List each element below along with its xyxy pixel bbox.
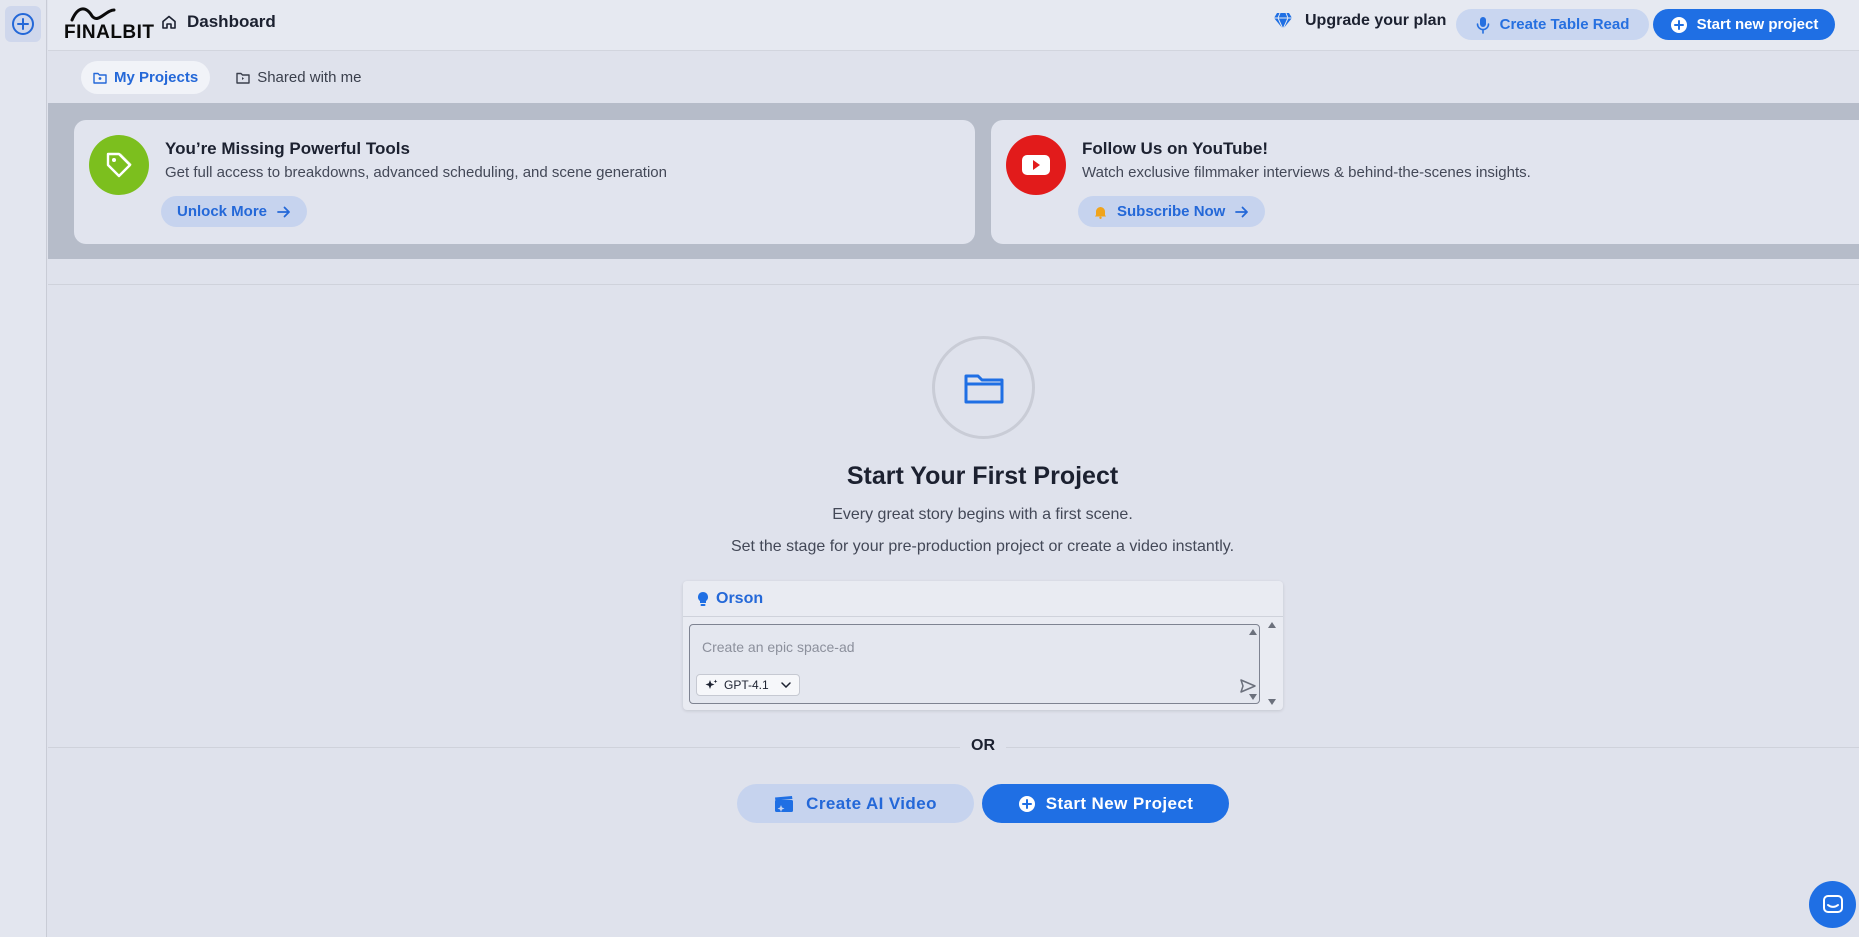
plus-circle-icon <box>1018 795 1035 812</box>
add-workspace-button[interactable] <box>5 6 41 42</box>
unlock-more-button[interactable]: Unlock More <box>161 196 308 227</box>
subscribe-now-label: Subscribe Now <box>1117 203 1226 220</box>
folder-icon <box>964 374 1003 403</box>
tag-icon <box>89 135 149 195</box>
project-tabs: My Projects Shared with me <box>81 61 373 94</box>
empty-state-line-2: Set the stage for your pre-production pr… <box>730 538 1235 555</box>
upgrade-banner-title: You’re Missing Powerful Tools <box>165 139 410 158</box>
unlock-more-label: Unlock More <box>177 203 268 220</box>
create-table-read-button[interactable]: Create Table Read <box>1456 9 1649 40</box>
breadcrumb[interactable]: Dashboard <box>161 12 276 32</box>
create-table-read-label: Create Table Read <box>1499 16 1630 33</box>
arrow-right-icon <box>277 206 290 217</box>
youtube-banner-description: Watch exclusive filmmaker interviews & b… <box>1082 164 1531 181</box>
tab-my-projects[interactable]: My Projects <box>81 61 211 94</box>
orson-assistant-panel: Orson Create an epic space-ad GPT-4.1 <box>683 581 1283 710</box>
or-divider-label: OR <box>960 737 1006 755</box>
folder-shared-icon <box>236 72 250 84</box>
finalbit-logo[interactable]: FINALBIT <box>64 4 154 43</box>
orson-header: Orson <box>683 581 1283 617</box>
or-divider-line <box>48 747 1859 748</box>
bell-icon <box>1095 206 1106 219</box>
chat-icon <box>1822 894 1843 913</box>
home-icon <box>162 15 176 29</box>
orson-prompt-input[interactable]: Create an epic space-ad GPT-4.1 <box>689 624 1260 704</box>
tab-shared-with-me-label: Shared with me <box>257 69 362 86</box>
upgrade-plan-link[interactable]: Upgrade your plan <box>1273 12 1446 30</box>
tab-my-projects-label: My Projects <box>114 69 199 86</box>
arrow-right-icon <box>1235 206 1249 217</box>
empty-state-line-1: Every great story begins with a first sc… <box>832 506 1133 523</box>
input-scrollbar[interactable] <box>1247 626 1259 703</box>
upgrade-banner-card: You’re Missing Powerful Tools Get full a… <box>74 120 975 244</box>
plus-circle-icon <box>1670 16 1687 33</box>
youtube-banner-title: Follow Us on YouTube! <box>1082 139 1269 158</box>
upgrade-label: Upgrade your plan <box>1305 12 1447 29</box>
sparkles-icon <box>705 679 718 689</box>
microphone-icon <box>1476 16 1489 34</box>
folder-user-icon <box>93 72 107 84</box>
create-ai-video-button[interactable]: Create AI Video <box>737 784 974 823</box>
orson-prompt-placeholder: Create an epic space-ad <box>702 639 855 655</box>
tab-shared-with-me[interactable]: Shared with me <box>224 61 373 94</box>
model-selector-label: GPT-4.1 <box>724 678 769 692</box>
plus-circle-icon <box>12 13 34 35</box>
youtube-banner-card: Follow Us on YouTube! Watch exclusive fi… <box>991 120 1859 244</box>
subscribe-now-button[interactable]: Subscribe Now <box>1078 196 1266 227</box>
empty-folder-badge <box>932 336 1035 439</box>
section-divider <box>48 284 1859 285</box>
chevron-down-icon <box>780 682 791 688</box>
page-title: Dashboard <box>187 12 276 31</box>
support-chat-button[interactable] <box>1809 881 1856 928</box>
create-ai-video-label: Create AI Video <box>806 793 937 813</box>
start-new-project-header-button[interactable]: Start new project <box>1653 9 1835 40</box>
diamond-icon <box>1274 12 1292 30</box>
start-new-project-label: Start new project <box>1696 16 1819 33</box>
orson-name: Orson <box>716 589 764 607</box>
model-selector[interactable]: GPT-4.1 <box>696 674 800 696</box>
upgrade-banner-description: Get full access to breakdowns, advanced … <box>165 164 667 181</box>
logo-text: FINALBIT <box>64 22 155 43</box>
clapperboard-icon <box>775 795 794 812</box>
start-new-project-button-label: Start New Project <box>1045 793 1194 813</box>
panel-scrollbar[interactable] <box>1266 619 1278 708</box>
empty-state-title: Start Your First Project <box>846 462 1119 490</box>
top-bar: FINALBIT Dashboard Upgrade your plan Cre… <box>48 0 1859 51</box>
start-new-project-button[interactable]: Start New Project <box>982 784 1229 823</box>
youtube-icon <box>1006 135 1066 195</box>
lightbulb-icon <box>698 591 708 606</box>
